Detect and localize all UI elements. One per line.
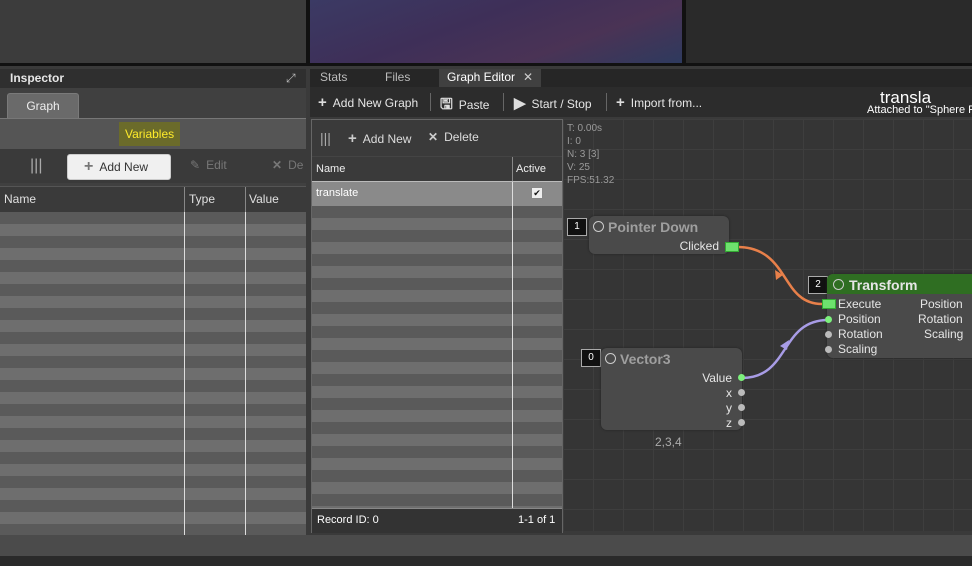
- x-output-port[interactable]: [738, 389, 745, 396]
- pointer-down-node[interactable]: Pointer Down Clicked: [589, 216, 729, 254]
- position-input-port[interactable]: [825, 316, 832, 323]
- port-label: Value: [702, 371, 732, 385]
- port-label: Rotation: [838, 327, 883, 341]
- link-arrow: [780, 340, 789, 350]
- node-status-icon: [605, 353, 616, 364]
- port-label: Clicked: [679, 239, 719, 253]
- port-label: Execute: [838, 297, 882, 311]
- transform-node[interactable]: Transform Execute Position Rotation Scal…: [827, 274, 972, 358]
- node-title: Transform: [849, 277, 918, 293]
- vector3-node[interactable]: Vector3 Value x y z: [601, 348, 742, 430]
- port-label: Position: [920, 297, 963, 311]
- port-label: z: [726, 416, 732, 430]
- y-output-port[interactable]: [738, 404, 745, 411]
- node-title: Vector3: [620, 351, 671, 367]
- node-index: 0: [581, 349, 601, 367]
- vector3-value: 2,3,4: [655, 435, 682, 449]
- z-output-port[interactable]: [738, 419, 745, 426]
- node-index: 1: [567, 218, 587, 236]
- value-output-port[interactable]: [738, 374, 745, 381]
- exec-input-port[interactable]: [822, 299, 836, 309]
- scaling-input-port[interactable]: [825, 346, 832, 353]
- port-label: y: [726, 401, 732, 415]
- port-label: Scaling: [924, 327, 964, 341]
- node-index: 2: [808, 276, 828, 294]
- rotation-input-port[interactable]: [825, 331, 832, 338]
- data-link[interactable]: [741, 318, 829, 380]
- exec-output-port[interactable]: [725, 242, 739, 252]
- port-label: Scaling: [838, 342, 878, 356]
- taskbar: [0, 556, 972, 566]
- port-label: Rotation: [918, 312, 963, 326]
- node-status-icon: [593, 221, 604, 232]
- node-title: Pointer Down: [608, 219, 699, 235]
- node-status-icon: [833, 279, 844, 290]
- port-label: x: [726, 386, 732, 400]
- port-label: Position: [838, 312, 881, 326]
